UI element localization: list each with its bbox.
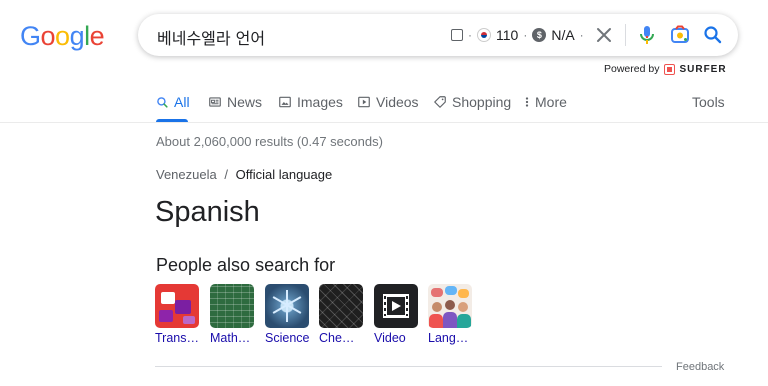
- more-vert-icon: [525, 97, 529, 107]
- dollar-icon: $: [532, 28, 547, 42]
- mic-icon[interactable]: [635, 23, 659, 47]
- camera-icon[interactable]: [668, 23, 692, 47]
- chemistry-thumbnail: [319, 284, 363, 328]
- clear-icon[interactable]: [592, 23, 616, 47]
- divider: [625, 24, 626, 46]
- video-thumbnail: [374, 284, 418, 328]
- search-input[interactable]: 베네수엘라 언어: [157, 25, 265, 49]
- separator-dot: ·: [468, 28, 472, 42]
- google-logo[interactable]: Google: [20, 21, 105, 52]
- tab-more[interactable]: More: [524, 94, 567, 110]
- surfer-logo-icon: [664, 63, 676, 75]
- related-search-item[interactable]: Trans…: [155, 284, 201, 345]
- translation-thumbnail: [155, 284, 199, 328]
- logo-letter-g2: g: [69, 21, 85, 51]
- related-search-item[interactable]: Che…: [319, 284, 365, 345]
- logo-letter-o2: o: [55, 21, 70, 51]
- search-icon: [157, 96, 168, 108]
- tab-label: Videos: [376, 94, 419, 110]
- breadcrumb: Venezuela / Official language: [156, 167, 332, 182]
- feedback-divider: [155, 366, 662, 367]
- logo-letter-e: e: [89, 21, 105, 51]
- video-icon: [358, 96, 370, 108]
- tab-images[interactable]: Images: [278, 94, 343, 110]
- related-search-item[interactable]: Video: [374, 284, 420, 345]
- keyword-checkbox[interactable]: [451, 29, 463, 41]
- tab-all[interactable]: All: [156, 94, 190, 110]
- separator-dot: ·: [579, 28, 584, 42]
- answer-title: Spanish: [155, 196, 260, 228]
- result-stats: About 2,060,000 results (0.47 seconds): [156, 134, 383, 149]
- people-also-search-title: People also search for: [156, 255, 336, 275]
- breadcrumb-separator: /: [224, 167, 228, 182]
- tag-icon: [434, 96, 446, 108]
- tab-label: Shopping: [452, 94, 512, 110]
- related-search-label: Lang…: [428, 331, 469, 345]
- search-volume: 110: [496, 27, 519, 43]
- science-thumbnail: [265, 284, 309, 328]
- tab-videos[interactable]: Videos: [357, 94, 419, 110]
- tab-label: More: [535, 94, 567, 110]
- logo-letter-o1: o: [40, 21, 56, 51]
- powered-by-surfer[interactable]: Powered by SURFER: [604, 63, 727, 75]
- separator-dot: ·: [523, 28, 528, 42]
- related-search-label: Video: [374, 331, 406, 345]
- surfer-brand: SURFER: [679, 63, 727, 75]
- search-box[interactable]: 베네수엘라 언어 · 110 · $ N/A ·: [138, 14, 738, 56]
- news-icon: [209, 97, 221, 107]
- related-search-item[interactable]: Lang…: [428, 284, 474, 345]
- cpc-value: N/A: [551, 27, 575, 43]
- search-icon[interactable]: [701, 23, 725, 47]
- related-search-label: Math…: [210, 331, 251, 345]
- related-search-label: Che…: [319, 331, 355, 345]
- tab-news[interactable]: News: [208, 94, 262, 110]
- tab-label: News: [227, 94, 263, 110]
- related-search-label: Science: [265, 331, 310, 345]
- related-search-item[interactable]: Math…: [210, 284, 256, 345]
- film-play-icon: [383, 294, 409, 318]
- related-search-item[interactable]: Science: [265, 284, 311, 345]
- breadcrumb-current: Official language: [235, 167, 333, 182]
- tab-label: All: [174, 94, 190, 110]
- header-divider: [0, 122, 768, 123]
- language-thumbnail: [428, 284, 472, 328]
- tools-button[interactable]: Tools: [692, 94, 725, 110]
- feedback-link[interactable]: Feedback: [676, 361, 724, 373]
- south-korea-flag-icon: [477, 28, 491, 42]
- tab-label: Images: [297, 94, 343, 110]
- keyword-metrics: · 110 · $ N/A ·: [451, 24, 589, 46]
- logo-letter-g: G: [20, 21, 41, 51]
- related-search-label: Trans…: [155, 331, 199, 345]
- mathematics-thumbnail: [210, 284, 254, 328]
- tab-shopping[interactable]: Shopping: [433, 94, 511, 110]
- breadcrumb-parent[interactable]: Venezuela: [156, 167, 217, 182]
- powered-by-label: Powered by: [604, 63, 660, 75]
- image-icon: [279, 96, 291, 108]
